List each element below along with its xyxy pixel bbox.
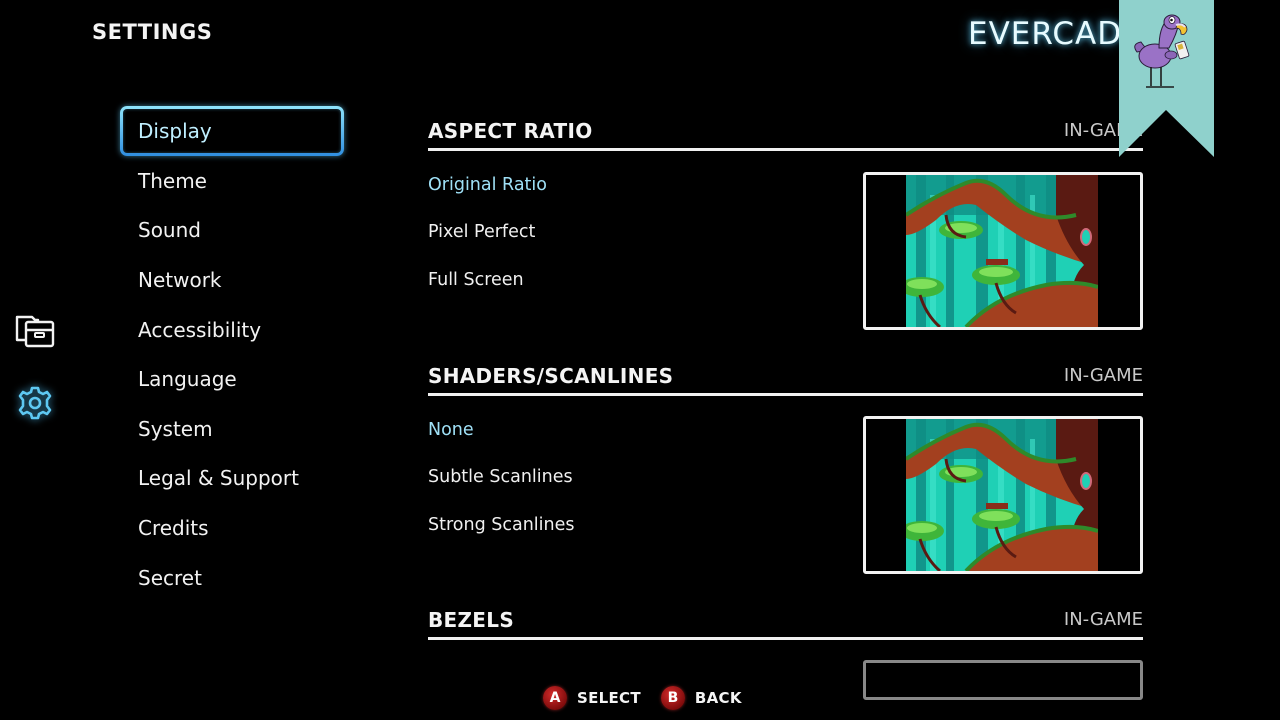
button-hints: A SELECT B BACK <box>543 686 762 710</box>
section-title: BEZELS <box>428 608 515 632</box>
section-title: SHADERS/SCANLINES <box>428 364 674 388</box>
settings-menu: Display Theme Sound Network Accessibilit… <box>120 106 344 602</box>
section-header: ASPECT RATIO IN-GAME <box>428 111 1143 151</box>
page-title: SETTINGS <box>92 20 213 44</box>
menu-item-label: Theme <box>138 168 207 193</box>
option-pixel-perfect[interactable]: Pixel Perfect <box>428 209 547 257</box>
brand-logo: EVERCADE <box>968 16 1143 52</box>
section-tag: IN-GAME <box>1063 365 1143 386</box>
menu-item-language[interactable]: Language <box>120 354 344 404</box>
section-tag: IN-GAME <box>1063 609 1143 630</box>
menu-item-label: Accessibility <box>138 317 262 342</box>
b-button-icon: B <box>660 686 685 710</box>
back-label: BACK <box>694 689 742 707</box>
option-strong-scanlines[interactable]: Strong Scanlines <box>428 501 575 549</box>
option-none[interactable]: None <box>428 406 575 454</box>
option-original-ratio[interactable]: Original Ratio <box>428 161 547 209</box>
menu-item-label: Network <box>138 267 222 292</box>
game-preview-image <box>906 419 1098 571</box>
dodo-mascot-icon <box>1119 0 1214 157</box>
menu-item-accessibility[interactable]: Accessibility <box>120 305 344 355</box>
shaders-preview <box>863 416 1143 574</box>
menu-item-label: Language <box>138 367 237 392</box>
a-button-icon: A <box>543 686 567 710</box>
option-list: Original Ratio Pixel Perfect Full Screen <box>428 161 547 304</box>
menu-item-label: System <box>138 416 213 441</box>
menu-item-credits[interactable]: Credits <box>120 503 344 553</box>
menu-item-label: Credits <box>138 515 209 540</box>
bezels-section: BEZELS IN-GAME <box>428 600 1143 700</box>
aspect-ratio-section: ASPECT RATIO IN-GAME Original Ratio Pixe… <box>428 111 1143 330</box>
select-hint[interactable]: A SELECT <box>543 686 641 710</box>
gear-icon[interactable] <box>16 384 54 422</box>
mascot-ribbon <box>1119 0 1214 157</box>
menu-item-legal-support[interactable]: Legal & Support <box>120 454 344 504</box>
menu-item-label: Secret <box>138 565 202 590</box>
option-subtle-scanlines[interactable]: Subtle Scanlines <box>428 454 575 502</box>
menu-item-network[interactable]: Network <box>120 255 344 305</box>
select-label: SELECT <box>577 689 641 707</box>
bezels-preview <box>863 660 1143 700</box>
section-title: ASPECT RATIO <box>428 119 593 143</box>
menu-item-theme[interactable]: Theme <box>120 156 344 206</box>
menu-item-label: Sound <box>138 218 201 243</box>
option-full-screen[interactable]: Full Screen <box>428 256 547 304</box>
aspect-ratio-preview <box>863 172 1143 330</box>
menu-item-label: Display <box>138 119 212 143</box>
menu-item-secret[interactable]: Secret <box>120 553 344 603</box>
menu-item-label: Legal & Support <box>138 466 299 491</box>
shaders-section: SHADERS/SCANLINES IN-GAME None Subtle Sc… <box>428 356 1143 574</box>
game-preview-image <box>906 175 1098 327</box>
library-icon[interactable] <box>14 312 56 350</box>
back-hint[interactable]: B BACK <box>660 686 742 710</box>
menu-item-system[interactable]: System <box>120 404 344 454</box>
section-header: BEZELS IN-GAME <box>428 600 1143 640</box>
section-header: SHADERS/SCANLINES IN-GAME <box>428 356 1143 396</box>
menu-item-sound[interactable]: Sound <box>120 206 344 256</box>
option-list: None Subtle Scanlines Strong Scanlines <box>428 406 575 549</box>
menu-item-display[interactable]: Display <box>120 106 344 156</box>
settings-screen: SETTINGS EVERCADE Display Theme Sound Ne… <box>0 0 1280 720</box>
